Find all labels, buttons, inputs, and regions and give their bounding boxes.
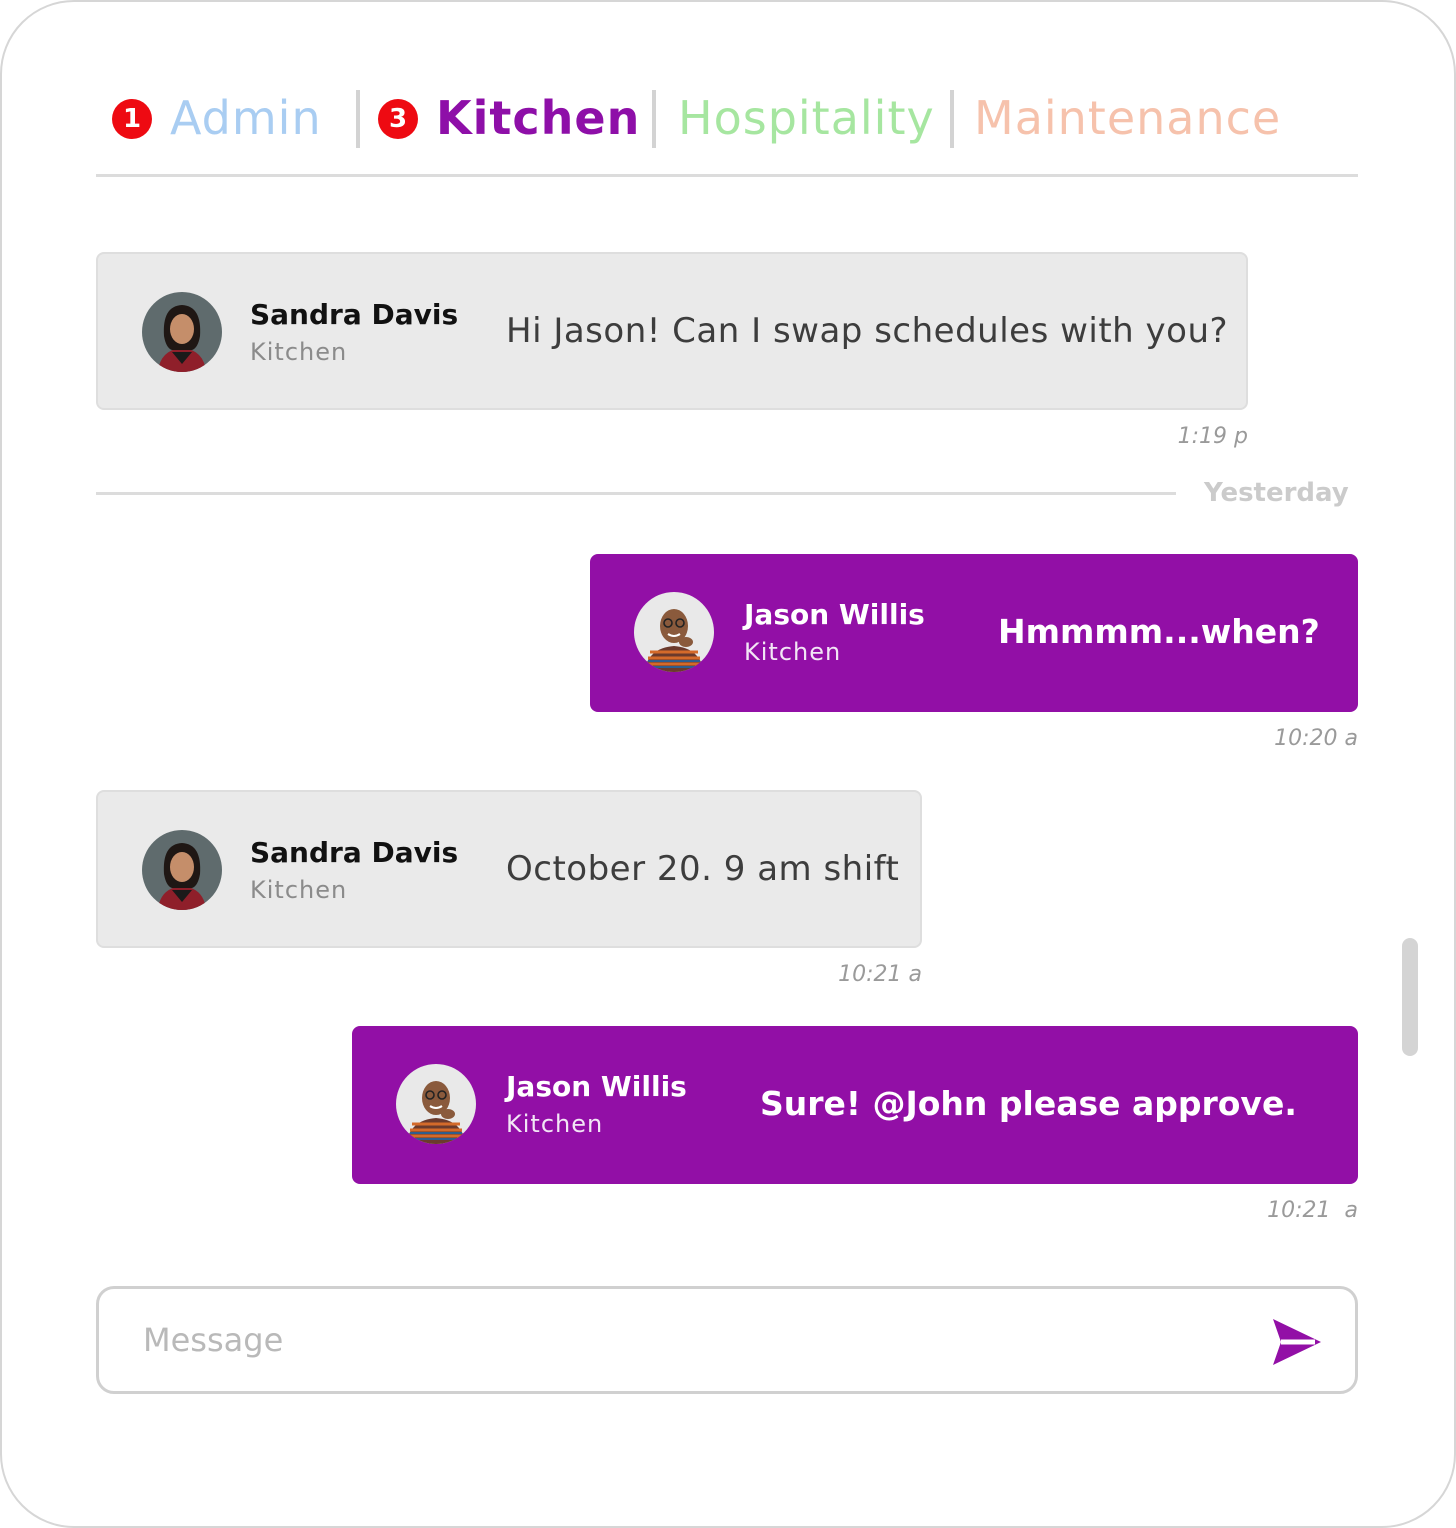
- avatar-photo: [142, 292, 222, 372]
- tab-label: Hospitality: [678, 91, 935, 145]
- message-text: Hi Jason! Can I swap schedules with you?: [506, 311, 1229, 351]
- message-timestamp: 1:19 p: [1177, 424, 1248, 449]
- tab-label: Admin: [170, 91, 322, 145]
- message-text: Hmmmm...when?: [998, 611, 1320, 651]
- message-timestamp: 10:21 a: [838, 962, 922, 987]
- tab-kitchen[interactable]: 3 Kitchen: [378, 78, 640, 158]
- avatar[interactable]: [142, 292, 222, 372]
- message-composer: [96, 1286, 1358, 1394]
- message-text: Sure! @John please approve.: [760, 1083, 1297, 1123]
- sender-department: Kitchen: [250, 876, 348, 904]
- tab-separator: [652, 90, 656, 148]
- tab-hospitality[interactable]: Hospitality: [678, 78, 935, 158]
- sender-department: Kitchen: [744, 638, 842, 666]
- avatar-photo: [396, 1064, 476, 1144]
- sender-name: Sandra Davis: [250, 298, 459, 331]
- message-bubble-outgoing: Jason Willis Kitchen Hmmmm...when?: [590, 554, 1358, 712]
- message-text: October 20. 9 am shift: [506, 849, 900, 889]
- day-divider-label: Yesterday: [1204, 478, 1349, 508]
- message-bubble-outgoing: Jason Willis Kitchen Sure! @John please …: [352, 1026, 1358, 1184]
- message-timestamp: 10:21 a: [1267, 1198, 1358, 1223]
- avatar-photo: [634, 592, 714, 672]
- team-tabs: 1 Admin 3 Kitchen Hospitality Maintenanc…: [96, 78, 1358, 178]
- avatar[interactable]: [396, 1064, 476, 1144]
- day-divider: [96, 492, 1176, 495]
- message-bubble-incoming: Sandra Davis Kitchen Hi Jason! Can I swa…: [96, 252, 1248, 410]
- avatar-photo: [142, 830, 222, 910]
- tab-maintenance[interactable]: Maintenance: [974, 78, 1281, 158]
- sender-department: Kitchen: [250, 338, 348, 366]
- unread-badge: 1: [112, 99, 152, 139]
- message-input[interactable]: [143, 1311, 1243, 1369]
- tab-separator: [356, 90, 360, 148]
- message-timestamp: 10:20 a: [1274, 726, 1358, 751]
- send-button[interactable]: [1271, 1317, 1323, 1367]
- message-bubble-incoming: Sandra Davis Kitchen October 20. 9 am sh…: [96, 790, 922, 948]
- sender-department: Kitchen: [506, 1110, 604, 1138]
- sender-name: Jason Willis: [506, 1070, 687, 1103]
- unread-badge: 3: [378, 99, 418, 139]
- tab-separator: [950, 90, 954, 148]
- tab-admin[interactable]: 1 Admin: [112, 78, 322, 158]
- tab-label: Kitchen: [436, 91, 641, 145]
- scrollbar-thumb[interactable]: [1402, 938, 1418, 1056]
- send-icon: [1273, 1319, 1321, 1365]
- tab-label: Maintenance: [974, 91, 1282, 145]
- avatar[interactable]: [142, 830, 222, 910]
- sender-name: Sandra Davis: [250, 836, 459, 869]
- sender-name: Jason Willis: [744, 598, 925, 631]
- tabs-divider: [96, 174, 1358, 177]
- avatar[interactable]: [634, 592, 714, 672]
